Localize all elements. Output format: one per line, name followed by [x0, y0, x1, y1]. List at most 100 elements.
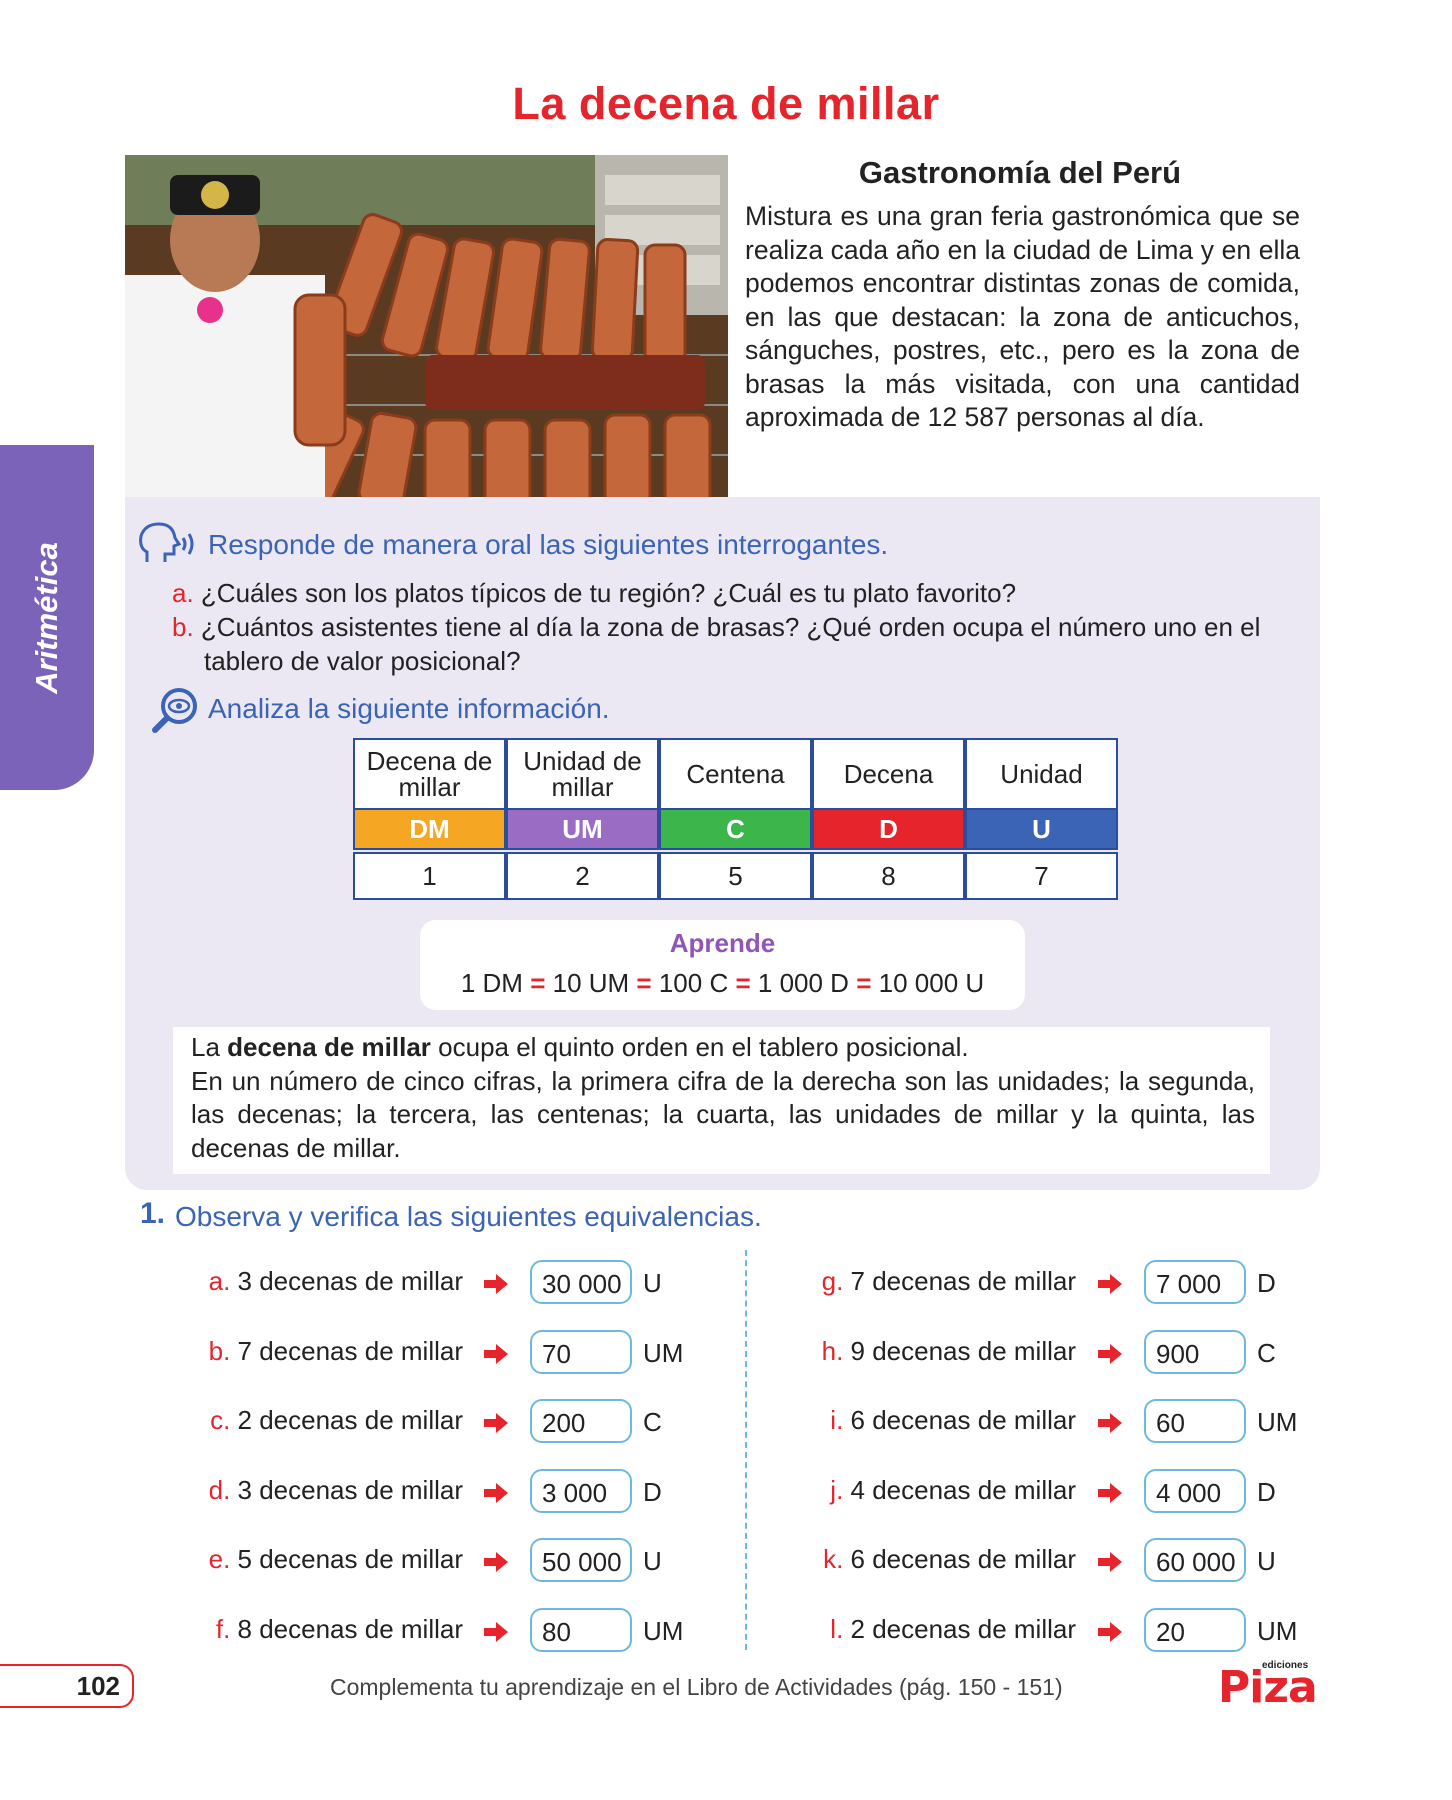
- arrow-right-icon: [1098, 1413, 1122, 1433]
- equivalence-letter: e.: [208, 1544, 231, 1574]
- answer-box[interactable]: 3 000: [530, 1468, 632, 1513]
- place-header: Decena de millar: [353, 738, 506, 810]
- equivalence-letter: h.: [821, 1335, 844, 1366]
- arrow-right-icon: [484, 1482, 508, 1503]
- question-a: a. ¿Cuáles son los platos típicos de tu …: [172, 576, 1302, 610]
- equivalence-label: a. 3 decenas de millar: [63, 1266, 463, 1297]
- publisher-logo: Piza: [1218, 1662, 1318, 1713]
- definition-line-1: La decena de millar ocupa el quinto orde…: [191, 1031, 1255, 1065]
- exercise-title: Observa y verifica las siguientes equiva…: [175, 1201, 762, 1232]
- place-abbr: UM: [506, 810, 659, 850]
- equivalence-letter: k.: [823, 1544, 844, 1574]
- question-letter: a.: [172, 578, 194, 608]
- question-b: b. ¿Cuántos asistentes tiene al día la z…: [172, 610, 1314, 678]
- equivalence-label: i. 6 decenas de millar: [676, 1405, 1076, 1436]
- place-abbr: C: [659, 810, 812, 850]
- equivalence-text: 3 decenas de millar: [237, 1474, 463, 1505]
- magnifier-eye-icon: [152, 688, 197, 733]
- equivalence-letter: b.: [208, 1335, 231, 1366]
- answer-box[interactable]: 900: [1144, 1329, 1246, 1374]
- answer-box[interactable]: 7 000: [1144, 1260, 1246, 1304]
- answer-box[interactable]: 60 000: [1144, 1538, 1246, 1582]
- equivalence-letter: a.: [208, 1266, 231, 1296]
- question-letter: b.: [172, 612, 194, 642]
- definition-pre: La: [191, 1032, 228, 1062]
- place-abbr-row: DM UM C D U: [353, 810, 1118, 850]
- eq-part: 100 C: [658, 968, 729, 998]
- equivalence-letter: i.: [830, 1405, 844, 1435]
- place-header: Decena: [812, 738, 965, 810]
- question-text: ¿Cuántos asistentes tiene al día la zona…: [200, 612, 1261, 676]
- answer-box[interactable]: 30 000: [530, 1260, 632, 1304]
- equivalence-label: j. 4 decenas de millar: [676, 1475, 1076, 1506]
- equivalence-text: 6 decenas de millar: [850, 1405, 1076, 1435]
- place-header-row: Decena de millar Unidad de millar Centen…: [353, 738, 1118, 810]
- arrow-right-icon: [484, 1274, 508, 1294]
- equivalence-text: 7 decenas de millar: [850, 1266, 1076, 1296]
- arrow-right-icon: [1098, 1482, 1122, 1503]
- answer-box[interactable]: 20: [1144, 1607, 1246, 1652]
- answer-box[interactable]: 4 000: [1144, 1468, 1246, 1513]
- arrow-right-icon: [1098, 1274, 1122, 1294]
- equals-sign: =: [636, 968, 652, 998]
- definition-rest: ocupa el quinto orden en el tablero posi…: [430, 1032, 969, 1062]
- side-tab: Aritmética: [0, 445, 94, 790]
- arrow-right-icon: [484, 1621, 508, 1642]
- equivalence-label: f. 8 decenas de millar: [63, 1614, 463, 1645]
- unit-label: D: [1257, 1476, 1276, 1507]
- arrow-right-icon: [1098, 1552, 1122, 1572]
- side-tab-label: Aritmética: [29, 541, 64, 694]
- equals-sign: =: [856, 968, 872, 998]
- column-divider: [745, 1250, 747, 1650]
- equivalence-label: g. 7 decenas de millar: [676, 1266, 1076, 1297]
- arrow-right-icon: [484, 1552, 508, 1572]
- intro-heading: Gastronomía del Perú: [858, 155, 1182, 190]
- equivalence-text: 4 decenas de millar: [850, 1474, 1076, 1505]
- equals-sign: =: [530, 968, 546, 998]
- equivalence-label: h. 9 decenas de millar: [676, 1336, 1076, 1367]
- eq-part: 1 000 D: [757, 968, 849, 998]
- oral-heading: Responde de manera oral las siguientes i…: [208, 529, 889, 560]
- place-digit: 5: [659, 852, 812, 900]
- equivalence-label: e. 5 decenas de millar: [63, 1544, 463, 1575]
- place-abbr: DM: [353, 810, 506, 850]
- place-digit: 1: [353, 852, 506, 900]
- place-abbr: U: [965, 810, 1118, 850]
- answer-box[interactable]: 50 000: [530, 1538, 632, 1582]
- place-digit: 7: [965, 852, 1118, 900]
- arrow-right-icon: [1098, 1343, 1122, 1364]
- unit-label: UM: [1257, 1407, 1298, 1437]
- aprende-equation: 1 DM = 10 UM = 100 C = 1 000 D = 10 000 …: [420, 968, 1025, 999]
- analyze-heading: Analiza la siguiente información.: [208, 693, 610, 724]
- place-header: Unidad: [965, 738, 1118, 810]
- place-value-table: Decena de millar Unidad de millar Centen…: [353, 738, 1118, 850]
- equivalence-letter: j.: [830, 1474, 844, 1505]
- equivalence-text: 5 decenas de millar: [237, 1544, 463, 1574]
- place-value-digits: 1 2 5 8 7: [353, 852, 1118, 900]
- question-text: ¿Cuáles son los platos típicos de tu reg…: [200, 578, 1017, 608]
- equals-sign: =: [735, 968, 751, 998]
- equivalence-text: 3 decenas de millar: [237, 1266, 463, 1296]
- answer-box[interactable]: 70: [530, 1329, 632, 1374]
- unit-label: UM: [1257, 1615, 1298, 1646]
- definition-bold: decena de millar: [227, 1032, 431, 1062]
- place-abbr: D: [812, 810, 965, 850]
- aprende-title: Aprende: [669, 928, 776, 958]
- equivalence-text: 9 decenas de millar: [850, 1335, 1076, 1366]
- unit-label: D: [1257, 1268, 1276, 1298]
- answer-box[interactable]: 80: [530, 1607, 632, 1652]
- equivalence-text: 8 decenas de millar: [237, 1613, 463, 1644]
- unit-label: U: [1257, 1546, 1276, 1576]
- equivalence-letter: g.: [821, 1266, 844, 1296]
- equivalence-text: 2 decenas de millar: [237, 1405, 463, 1435]
- eq-part: 1 DM: [460, 968, 523, 998]
- unit-label: U: [643, 1546, 662, 1576]
- unit-label: D: [643, 1476, 662, 1507]
- equivalence-label: b. 7 decenas de millar: [63, 1336, 463, 1367]
- answer-box[interactable]: 200: [530, 1399, 632, 1443]
- definition-line-2: En un número de cinco cifras, la primera…: [191, 1065, 1255, 1163]
- equivalence-text: 7 decenas de millar: [237, 1335, 463, 1366]
- place-digit: 8: [812, 852, 965, 900]
- answer-box[interactable]: 60: [1144, 1399, 1246, 1443]
- unit-label: U: [643, 1268, 662, 1298]
